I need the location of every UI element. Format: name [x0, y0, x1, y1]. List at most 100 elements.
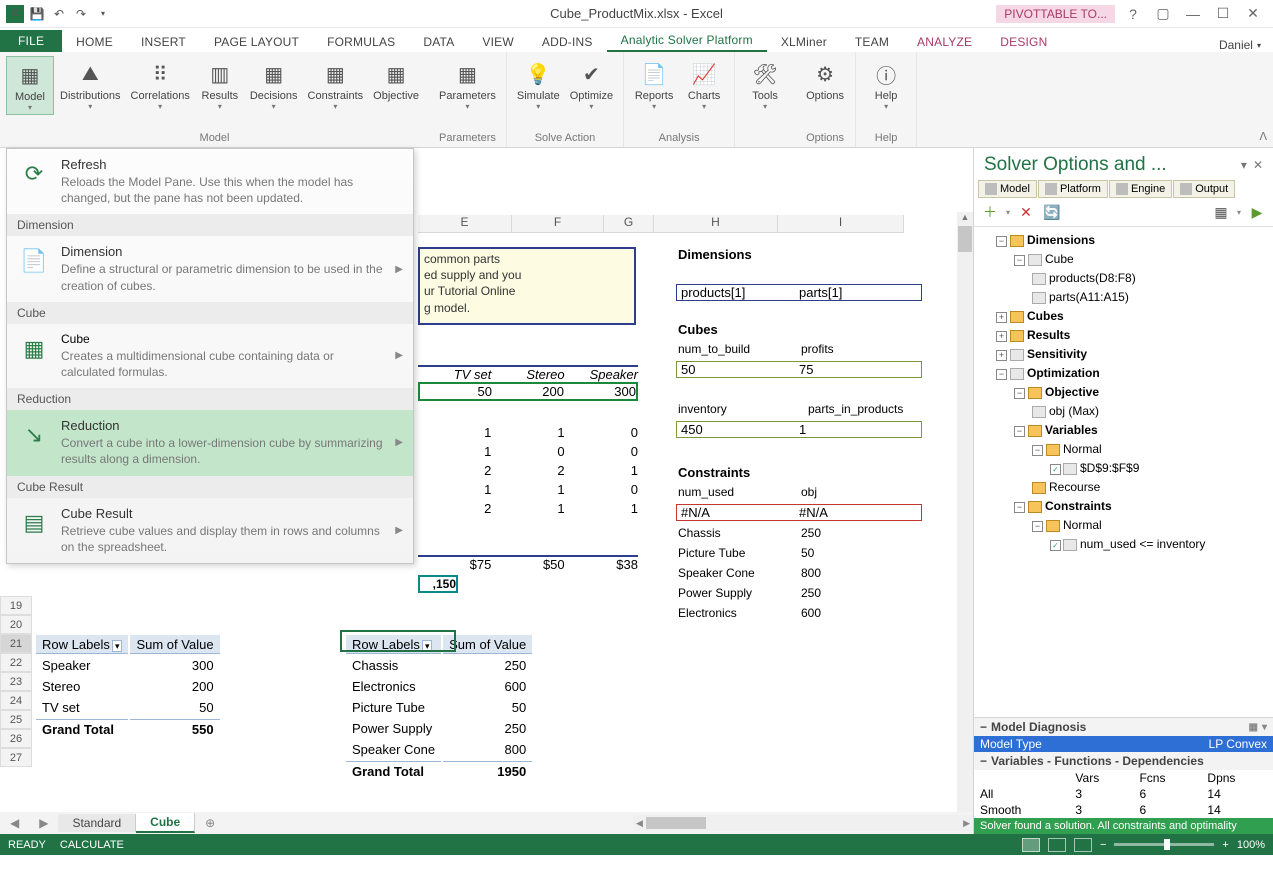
row-header[interactable]: 19: [0, 596, 32, 615]
tab-design[interactable]: DESIGN: [986, 32, 1061, 52]
tab-view[interactable]: VIEW: [468, 32, 527, 52]
qat-dropdown-icon[interactable]: ▾: [94, 5, 112, 23]
reduction-icon: ↘: [17, 418, 51, 452]
pivot-parts[interactable]: Row Labels▾Sum of Value Chassis250Electr…: [344, 633, 534, 782]
help-icon[interactable]: ?: [1121, 6, 1145, 22]
tab-home[interactable]: HOME: [62, 32, 127, 52]
tab-page-layout[interactable]: PAGE LAYOUT: [200, 32, 313, 52]
taskpane-close-icon[interactable]: ✕: [1253, 158, 1263, 172]
taskpane-dropdown-icon[interactable]: ▾: [1241, 158, 1247, 172]
ribbon-results-button[interactable]: ▥Results▾: [196, 56, 244, 115]
zoom-in-icon[interactable]: +: [1222, 839, 1228, 851]
zoom-out-icon[interactable]: −: [1100, 839, 1106, 851]
ribbon-optimize-button[interactable]: ✔Optimize▾: [566, 56, 617, 113]
row-header[interactable]: 23: [0, 672, 32, 691]
vertical-scrollbar[interactable]: ▲: [957, 212, 973, 812]
row-header[interactable]: 21: [0, 634, 32, 653]
page-break-view-icon[interactable]: [1074, 838, 1092, 852]
user-label[interactable]: Daniel▾: [1219, 38, 1273, 52]
cube-result-icon: ▤: [17, 506, 51, 540]
tab-analytic-solver[interactable]: Analytic Solver Platform: [607, 30, 767, 52]
tools-icon: 🛠: [749, 58, 781, 90]
excel-link-icon[interactable]: ▦: [1211, 202, 1231, 222]
ribbon-objective-button[interactable]: ▦Objective: [369, 56, 423, 115]
minimize-icon[interactable]: —: [1181, 6, 1205, 22]
row-header[interactable]: 22: [0, 653, 32, 672]
diag-model-type[interactable]: Model TypeLP Convex: [974, 736, 1273, 752]
tab-addins[interactable]: ADD-INS: [528, 32, 607, 52]
page-layout-view-icon[interactable]: [1048, 838, 1066, 852]
col-header: Speaker: [565, 367, 638, 382]
save-icon[interactable]: 💾: [28, 5, 46, 23]
contextual-tab-pivottable[interactable]: PIVOTTABLE TO...: [996, 5, 1115, 23]
submenu-arrow-icon: ▶: [395, 525, 403, 536]
solver-status-bar: Solver found a solution. All constraints…: [974, 818, 1273, 834]
taskpane-tab-model[interactable]: Model: [978, 180, 1037, 198]
zoom-slider[interactable]: [1114, 843, 1214, 846]
model-diagnosis-panel: −Model Diagnosis▦▾ Model TypeLP Convex −…: [974, 717, 1273, 818]
tab-insert[interactable]: INSERT: [127, 32, 200, 52]
worksheet-area[interactable]: E F G H I ⟳ RefreshReloads the Model Pan…: [0, 148, 973, 834]
collapse-ribbon-icon[interactable]: ᐱ: [1259, 130, 1267, 143]
close-icon[interactable]: ✕: [1241, 5, 1265, 22]
row-header[interactable]: 27: [0, 748, 32, 767]
menu-cube-result[interactable]: ▤ Cube ResultRetrieve cube values and di…: [7, 498, 413, 563]
ribbon-parameters-button[interactable]: ▦Parameters▾: [435, 56, 500, 113]
row-header[interactable]: 24: [0, 691, 32, 710]
ribbon-tools-button[interactable]: 🛠Tools▾: [741, 56, 789, 113]
menu-refresh[interactable]: ⟳ RefreshReloads the Model Pane. Use thi…: [7, 149, 413, 214]
tab-team[interactable]: TEAM: [841, 32, 903, 52]
menu-section-cube: Cube: [7, 302, 413, 324]
ribbon-simulate-button[interactable]: 💡Simulate▾: [513, 56, 564, 113]
sheet-nav-next-icon[interactable]: ▶: [29, 816, 58, 830]
taskpane-tab-engine[interactable]: Engine: [1109, 180, 1172, 198]
delete-icon[interactable]: ✕: [1016, 202, 1036, 222]
row-header[interactable]: 25: [0, 710, 32, 729]
ribbon-constraints-button[interactable]: ▦Constraints▾: [304, 56, 368, 115]
taskpane-tab-output[interactable]: Output: [1173, 180, 1235, 198]
ribbon-decisions-button[interactable]: ▦Decisions▾: [246, 56, 302, 115]
dimension-icon: 📄: [17, 244, 51, 278]
ribbon-display-icon[interactable]: ▢: [1151, 5, 1175, 22]
row-header[interactable]: 26: [0, 729, 32, 748]
menu-reduction[interactable]: ↘ ReductionConvert a cube into a lower-d…: [7, 410, 413, 475]
ribbon-correlations-button[interactable]: ⠿Correlations▾: [127, 56, 194, 115]
tab-file[interactable]: FILE: [0, 30, 62, 52]
add-icon[interactable]: ＋: [980, 202, 1000, 222]
diag-collapse-icon[interactable]: ▾: [1262, 722, 1267, 733]
model-tree[interactable]: −Dimensions −Cube products(D8:F8) parts(…: [974, 227, 1273, 717]
diag-icon[interactable]: ▦: [1249, 722, 1258, 733]
normal-view-icon[interactable]: [1022, 838, 1040, 852]
sheet-tab-cube[interactable]: Cube: [136, 813, 195, 833]
tab-formulas[interactable]: FORMULAS: [313, 32, 409, 52]
row-header[interactable]: 20: [0, 615, 32, 634]
submenu-arrow-icon: ▶: [395, 437, 403, 448]
tab-analyze[interactable]: ANALYZE: [903, 32, 986, 52]
taskpane-tab-platform[interactable]: Platform: [1038, 180, 1108, 198]
pivot-products[interactable]: Row Labels▾Sum of Value Speaker300Stereo…: [34, 633, 222, 740]
refresh-tree-icon[interactable]: 🔄: [1042, 202, 1062, 222]
undo-icon[interactable]: ↶: [50, 5, 68, 23]
ribbon-charts-button[interactable]: 📈Charts▾: [680, 56, 728, 113]
ribbon-options-button[interactable]: ⚙Options: [801, 56, 849, 104]
ribbon-help-button[interactable]: ⓘHelp▾: [862, 56, 910, 113]
menu-dimension[interactable]: 📄 DimensionDefine a structural or parame…: [7, 236, 413, 301]
menu-cube[interactable]: ▦ CubeCreates a multidimensional cube co…: [7, 324, 413, 388]
sheet-tab-standard[interactable]: Standard: [58, 814, 136, 832]
maximize-icon[interactable]: ☐: [1211, 5, 1235, 22]
tab-data[interactable]: DATA: [409, 32, 468, 52]
tab-xlminer[interactable]: XLMiner: [767, 32, 841, 52]
filter-dropdown-icon[interactable]: ▾: [112, 640, 123, 652]
column-headers: E F G H I: [418, 215, 904, 233]
menu-section-reduction: Reduction: [7, 388, 413, 410]
redo-icon[interactable]: ↷: [72, 5, 90, 23]
sheet-nav-prev-icon[interactable]: ◀: [0, 816, 29, 830]
run-icon[interactable]: ▶: [1247, 202, 1267, 222]
ribbon-model-button[interactable]: ▦ Model▾: [6, 56, 54, 115]
correlations-icon: ⠿: [144, 58, 176, 90]
ribbon-reports-button[interactable]: 📄Reports▾: [630, 56, 678, 113]
ribbon-distributions-button[interactable]: ⛰Distributions▾: [56, 56, 125, 115]
zoom-level[interactable]: 100%: [1237, 839, 1265, 851]
new-sheet-icon[interactable]: ⊕: [195, 816, 225, 830]
info-note: common parts ed supply and you ur Tutori…: [418, 247, 636, 325]
